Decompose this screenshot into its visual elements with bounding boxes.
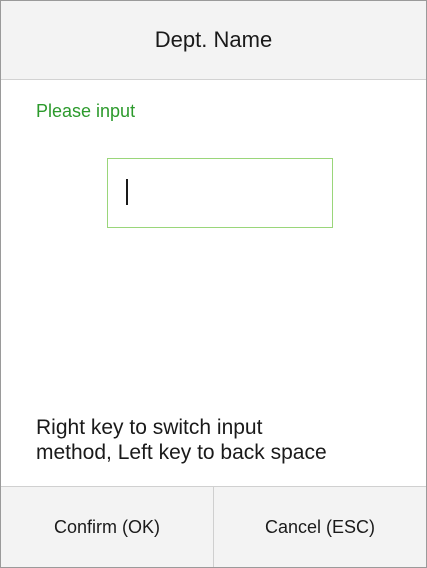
text-caret bbox=[126, 179, 128, 205]
page-title: Dept. Name bbox=[154, 27, 273, 52]
button-bar: Confirm (OK) Cancel (ESC) bbox=[1, 486, 426, 567]
hint-line-1: Right key to switch input bbox=[36, 416, 263, 439]
hint-line-2: method, Left key to back space bbox=[36, 441, 327, 464]
input-method-hint: Right key to switch input method, Left k… bbox=[36, 415, 416, 465]
cancel-button[interactable]: Cancel (ESC) bbox=[213, 487, 426, 567]
dept-name-input[interactable] bbox=[107, 158, 333, 228]
title-bar: Dept. Name bbox=[1, 1, 426, 80]
confirm-button[interactable]: Confirm (OK) bbox=[1, 487, 213, 567]
input-prompt-label: Please input bbox=[36, 101, 136, 121]
device-screen: Dept. Name Please input Right key to swi… bbox=[0, 0, 427, 568]
